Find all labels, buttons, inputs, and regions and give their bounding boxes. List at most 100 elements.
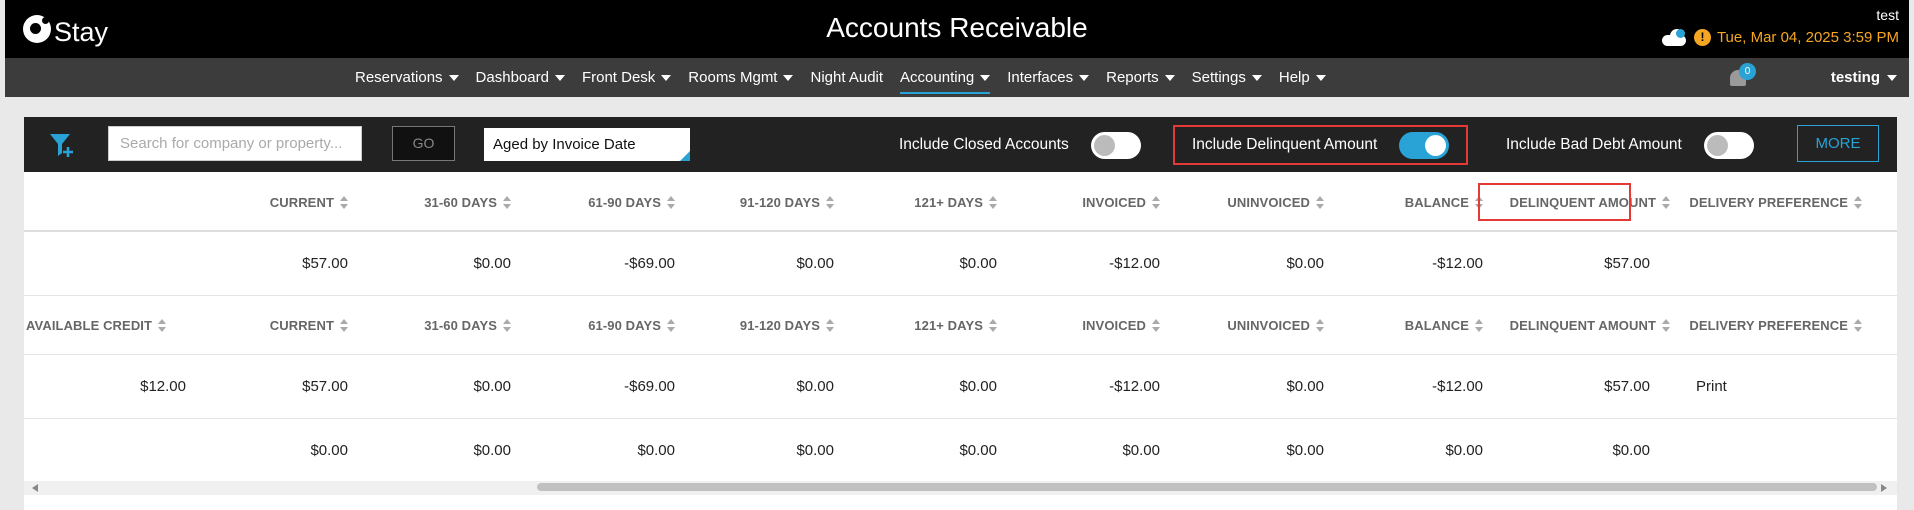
col-header-61-90[interactable]: 61-90 DAYS bbox=[588, 175, 675, 230]
session-info: test ! Tue, Mar 04, 2025 3:59 PM bbox=[1661, 7, 1899, 46]
sort-icon bbox=[826, 196, 834, 209]
nav-front-desk[interactable]: Front Desk bbox=[582, 58, 688, 97]
col-header-31-60[interactable]: 31-60 DAYS bbox=[424, 296, 511, 354]
col-header-invoiced[interactable]: INVOICED bbox=[1082, 175, 1160, 230]
col-header-delinquent-amount[interactable]: DELINQUENT AMOUNT bbox=[1510, 296, 1670, 354]
include-closed-group: Include Closed Accounts bbox=[899, 127, 1141, 163]
sort-icon bbox=[340, 196, 348, 209]
add-filter-icon[interactable] bbox=[48, 131, 76, 159]
col-header-61-90[interactable]: 61-90 DAYS bbox=[588, 296, 675, 354]
cell-uninvoiced: $0.00 bbox=[1286, 255, 1324, 272]
table-row[interactable]: $57.00 $0.00 -$69.00 $0.00 $0.00 -$12.00… bbox=[24, 232, 1897, 296]
main-nav: Reservations Dashboard Front Desk Rooms … bbox=[5, 58, 1909, 97]
cell-delinquent-amount: $0.00 bbox=[1612, 441, 1650, 459]
sort-icon bbox=[1152, 196, 1160, 209]
col-header-current[interactable]: CURRENT bbox=[270, 296, 348, 354]
nav-rooms-mgmt[interactable]: Rooms Mgmt bbox=[688, 58, 810, 97]
cell-invoiced: -$12.00 bbox=[1109, 378, 1160, 395]
sort-icon bbox=[503, 196, 511, 209]
col-header-current[interactable]: CURRENT bbox=[270, 175, 348, 230]
cell-61-90: $0.00 bbox=[637, 441, 675, 459]
aged-by-select[interactable]: Aged by Invoice Date bbox=[484, 128, 690, 161]
col-header-uninvoiced[interactable]: UNINVOICED bbox=[1227, 175, 1324, 230]
delinquent-column-highlight bbox=[1478, 183, 1631, 221]
sort-icon bbox=[989, 196, 997, 209]
nav-accounting[interactable]: Accounting bbox=[900, 58, 1007, 97]
sort-icon bbox=[1662, 318, 1670, 332]
col-header-delivery-preference[interactable]: DELIVERY PREFERENCE bbox=[1689, 175, 1862, 230]
go-button[interactable]: GO bbox=[392, 126, 455, 161]
cell-delinquent-amount: $57.00 bbox=[1604, 255, 1650, 272]
col-header-balance[interactable]: BALANCE bbox=[1405, 175, 1483, 230]
sort-icon bbox=[667, 318, 675, 332]
chevron-down-icon bbox=[1315, 75, 1326, 81]
include-bad-debt-toggle[interactable] bbox=[1703, 131, 1754, 159]
chevron-down-icon bbox=[783, 75, 794, 81]
user-menu[interactable]: testing bbox=[1831, 69, 1897, 86]
cell-121-plus: $0.00 bbox=[959, 378, 997, 395]
cell-balance: $0.00 bbox=[1445, 441, 1483, 459]
sort-icon bbox=[1662, 196, 1670, 209]
include-closed-label: Include Closed Accounts bbox=[899, 136, 1069, 153]
cell-91-120: $0.00 bbox=[796, 441, 834, 459]
user-name-small: test bbox=[1876, 7, 1899, 23]
table-row[interactable]: $12.00 $57.00 $0.00 -$69.00 $0.00 $0.00 … bbox=[24, 355, 1897, 419]
sort-icon bbox=[1316, 318, 1324, 332]
search-input[interactable] bbox=[108, 126, 362, 161]
chevron-down-icon bbox=[554, 75, 565, 81]
nav-reservations[interactable]: Reservations bbox=[355, 58, 476, 97]
cell-invoiced: $0.00 bbox=[1122, 441, 1160, 459]
status-line: ! Tue, Mar 04, 2025 3:59 PM bbox=[1661, 29, 1899, 46]
nav-reports[interactable]: Reports bbox=[1106, 58, 1192, 97]
nav-settings[interactable]: Settings bbox=[1192, 58, 1279, 97]
date-time: Tue, Mar 04, 2025 3:59 PM bbox=[1716, 29, 1899, 46]
col-header-invoiced[interactable]: INVOICED bbox=[1082, 296, 1160, 354]
chevron-down-icon bbox=[1251, 75, 1262, 81]
more-button[interactable]: MORE bbox=[1797, 125, 1879, 162]
cell-delivery-preference: Print bbox=[1696, 378, 1727, 395]
sort-icon bbox=[1854, 196, 1862, 209]
cloud-sync-icon[interactable] bbox=[1661, 29, 1688, 46]
col-header-delivery-preference[interactable]: DELIVERY PREFERENCE bbox=[1689, 296, 1862, 354]
sort-icon bbox=[503, 318, 511, 332]
chevron-down-icon bbox=[661, 75, 672, 81]
nav-help[interactable]: Help bbox=[1279, 58, 1343, 97]
filter-toolbar: GO Aged by Invoice Date Include Closed A… bbox=[24, 117, 1897, 172]
cell-current: $57.00 bbox=[302, 378, 348, 395]
cell-invoiced: -$12.00 bbox=[1109, 255, 1160, 272]
sort-icon bbox=[158, 318, 167, 332]
cell-91-120: $0.00 bbox=[796, 378, 834, 395]
cell-31-60: $0.00 bbox=[473, 255, 511, 272]
delinquent-highlight-box bbox=[1173, 125, 1468, 165]
sort-icon bbox=[1475, 318, 1483, 332]
nav-dashboard[interactable]: Dashboard bbox=[476, 58, 582, 97]
cell-balance: -$12.00 bbox=[1432, 378, 1483, 395]
cell-61-90: -$69.00 bbox=[624, 378, 675, 395]
cell-121-plus: $0.00 bbox=[959, 255, 997, 272]
col-header-31-60[interactable]: 31-60 DAYS bbox=[424, 175, 511, 230]
nav-night-audit[interactable]: Night Audit bbox=[810, 58, 900, 97]
sort-icon bbox=[989, 318, 997, 332]
col-header-121-plus[interactable]: 121+ DAYS bbox=[914, 296, 997, 354]
nav-interfaces[interactable]: Interfaces bbox=[1007, 58, 1106, 97]
col-header-balance[interactable]: BALANCE bbox=[1405, 296, 1483, 354]
warning-icon[interactable]: ! bbox=[1693, 29, 1711, 46]
cell-available-credit: $12.00 bbox=[140, 378, 186, 395]
col-header-available-credit[interactable]: AVAILABLE CREDIT bbox=[26, 296, 167, 354]
include-closed-toggle[interactable] bbox=[1090, 131, 1141, 159]
sort-icon bbox=[667, 196, 675, 209]
chevron-down-icon bbox=[980, 75, 991, 81]
col-header-91-120[interactable]: 91-120 DAYS bbox=[740, 296, 834, 354]
table-row[interactable]: $0.00 $0.00 $0.00 $0.00 $0.00 $0.00 $0.0… bbox=[24, 419, 1897, 481]
notification-bell-icon[interactable]: 0 bbox=[1727, 63, 1756, 90]
col-header-121-plus[interactable]: 121+ DAYS bbox=[914, 175, 997, 230]
sort-icon bbox=[1316, 196, 1324, 209]
col-header-91-120[interactable]: 91-120 DAYS bbox=[740, 175, 834, 230]
col-header-uninvoiced[interactable]: UNINVOICED bbox=[1227, 296, 1324, 354]
cell-delinquent-amount: $57.00 bbox=[1604, 378, 1650, 395]
cell-91-120: $0.00 bbox=[796, 255, 834, 272]
cell-uninvoiced: $0.00 bbox=[1286, 378, 1324, 395]
chevron-down-icon bbox=[448, 75, 459, 81]
include-bad-debt-group: Include Bad Debt Amount bbox=[1506, 127, 1754, 163]
cell-61-90: -$69.00 bbox=[624, 255, 675, 272]
